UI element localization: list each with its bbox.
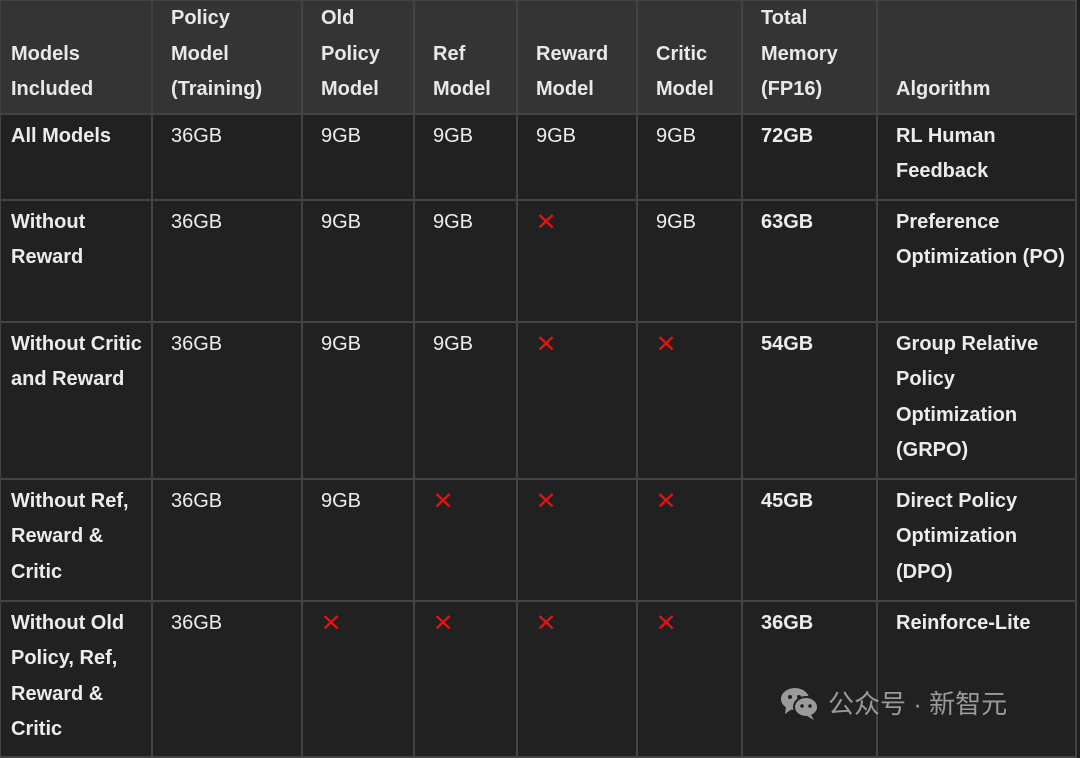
column-header-line: Model — [433, 78, 491, 100]
table-row: Without Old Policy, Ref, Reward & Critic… — [0, 599, 1077, 758]
column-header-line: Memory — [761, 42, 838, 65]
column-header-line: (Training) — [171, 78, 263, 100]
column-header-line: Model — [171, 42, 229, 65]
algorithm-cell: Preference Optimization (PO) — [876, 198, 1077, 323]
column-header-line: Policy — [321, 42, 380, 65]
cross-icon: ✕ — [655, 330, 677, 358]
excluded-cell: ✕ — [636, 320, 743, 480]
column-header: Old Policy Model — [301, 0, 415, 115]
excluded-cell: ✕ — [413, 477, 518, 602]
memory-cell: 9GB — [301, 477, 415, 602]
watermark: 公众号 · 新智元 — [780, 684, 1007, 721]
cross-icon: ✕ — [320, 609, 342, 637]
memory-cell: 9GB — [413, 112, 518, 201]
column-header: Reward Model — [516, 0, 638, 115]
cross-icon: ✕ — [655, 609, 677, 637]
watermark-text: 公众号 · 新智元 — [828, 689, 1008, 719]
cross-icon: ✕ — [535, 208, 557, 236]
column-header: Ref Model — [413, 0, 518, 115]
column-header-line: Total — [761, 7, 808, 29]
column-header-line: Algorithm — [896, 78, 991, 100]
column-header-line: Ref — [433, 42, 466, 65]
cross-icon: ✕ — [432, 487, 454, 515]
row-label: Without Critic and Reward — [0, 320, 153, 480]
table-row: All Models 36GB 9GB 9GB 9GB 9GB 72GB RL Human F… — [0, 112, 1077, 201]
table-row: Without Ref, Reward & Critic 36GB 9GB ✕ ✕ ✕ 45… — [0, 477, 1077, 602]
excluded-cell: ✕ — [516, 477, 638, 602]
total-memory-cell: 54GB — [741, 320, 878, 480]
memory-cell: 9GB — [636, 198, 743, 323]
memory-cell: 9GB — [301, 112, 415, 201]
cross-icon: ✕ — [655, 487, 677, 515]
memory-cell: 36GB — [151, 112, 303, 201]
memory-cell: 9GB — [413, 320, 518, 480]
excluded-cell: ✕ — [516, 599, 638, 758]
column-header-line: Model — [321, 78, 379, 100]
memory-cell: 36GB — [151, 320, 303, 480]
memory-cell: 9GB — [413, 198, 518, 323]
cross-icon: ✕ — [535, 330, 557, 358]
row-label: Without Reward — [0, 198, 153, 323]
column-header: Algorithm — [876, 0, 1077, 115]
cross-icon: ✕ — [535, 487, 557, 515]
memory-cell: 9GB — [636, 112, 743, 201]
total-memory-cell: 63GB — [741, 198, 878, 323]
column-header: Critic Model — [636, 0, 743, 115]
algorithm-cell: RL Human Feedback — [876, 112, 1077, 201]
column-header-line: Old — [321, 7, 355, 29]
cross-icon: ✕ — [432, 609, 454, 637]
table-row: Without Reward 36GB 9GB 9GB ✕ 9GB 63GB Preferen… — [0, 198, 1077, 323]
excluded-cell: ✕ — [516, 320, 638, 480]
excluded-cell: ✕ — [636, 477, 743, 602]
column-header: Models Included — [0, 0, 153, 115]
column-header-line: Models — [11, 42, 80, 65]
algorithm-cell: Group Relative Policy Optimization (GRPO… — [876, 320, 1077, 480]
cross-icon: ✕ — [535, 609, 557, 637]
memory-cell: 36GB — [151, 198, 303, 323]
excluded-cell: ✕ — [413, 599, 518, 758]
column-header: Policy Model (Training) — [151, 0, 303, 115]
column-header-line: Model — [656, 78, 714, 100]
table-row: Without Critic and Reward 36GB 9GB 9GB ✕ ✕ 54G… — [0, 320, 1077, 480]
column-header-line: Policy — [171, 7, 230, 29]
total-memory-cell: 36GB — [741, 599, 878, 758]
wechat-icon — [781, 687, 819, 720]
column-header-line: Reward — [536, 42, 609, 65]
column-header-line: Included — [11, 78, 94, 100]
memory-cell: 36GB — [151, 477, 303, 602]
row-label: All Models — [0, 112, 153, 201]
memory-cell: 9GB — [301, 320, 415, 480]
memory-comparison-table: Models Included Policy Model (Training) Old Po… — [0, 0, 1077, 758]
total-memory-cell: 45GB — [741, 477, 878, 602]
row-label: Without Old Policy, Ref, Reward & Critic — [0, 599, 153, 758]
row-label: Without Ref, Reward & Critic — [0, 477, 153, 602]
total-memory-cell: 72GB — [741, 112, 878, 201]
memory-cell: 36GB — [151, 599, 303, 758]
memory-cell: 9GB — [516, 112, 638, 201]
memory-cell: 9GB — [301, 198, 415, 323]
column-header-line: Model — [536, 78, 594, 100]
column-header-line: (FP16) — [761, 78, 823, 100]
algorithm-cell: Reinforce-Lite — [876, 599, 1077, 758]
column-header-line: Critic — [656, 42, 708, 65]
excluded-cell: ✕ — [301, 599, 415, 758]
excluded-cell: ✕ — [636, 599, 743, 758]
header-row: Models Included Policy Model (Training) Old Po… — [0, 0, 1077, 115]
algorithm-cell: Direct Policy Optimization (DPO) — [876, 477, 1077, 602]
column-header: Total Memory (FP16) — [741, 0, 878, 115]
excluded-cell: ✕ — [516, 198, 638, 323]
